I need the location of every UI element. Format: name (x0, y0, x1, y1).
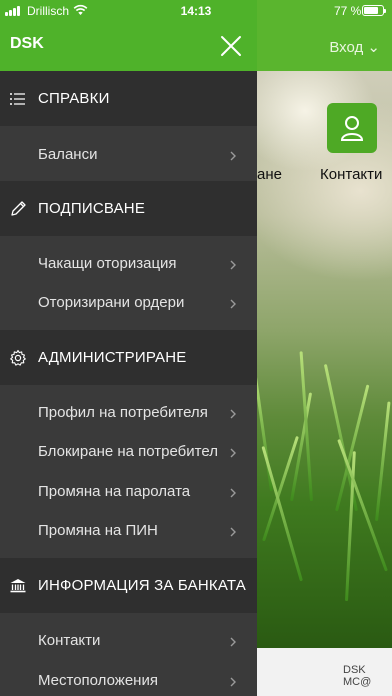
chevron-right-icon (230, 488, 236, 498)
chevron-right-icon (230, 299, 236, 309)
pencil-icon (11, 201, 26, 216)
section-label: ПОДПИСВАНЕ (38, 200, 146, 217)
chevron-right-icon (230, 409, 236, 419)
contacts-tile-button[interactable] (327, 103, 377, 153)
menu-item-locations[interactable]: Местоположения (0, 662, 257, 696)
footer-text: DSK MC@ (343, 664, 372, 688)
section-signing[interactable]: ПОДПИСВАНЕ (0, 181, 257, 236)
status-bar: Drillisch 14:13 77 % (0, 0, 392, 22)
menu-item-label: Баланси (38, 146, 98, 163)
user-icon (340, 116, 364, 141)
section-label: ИНФОРМАЦИЯ ЗА БАНКАТА (38, 577, 246, 594)
menu-item-change-password[interactable]: Промяна на паролата (0, 473, 257, 513)
bank-icon (10, 579, 26, 593)
chevron-right-icon (230, 637, 236, 647)
menu-item-change-pin[interactable]: Промяна на ПИН (0, 512, 257, 552)
section-label: СПРАВКИ (38, 90, 110, 107)
chevron-right-icon (230, 527, 236, 537)
close-icon[interactable] (219, 34, 243, 58)
navigation-drawer: DSK СПРАВКИ Баланси ПОДПИСВАНЕ Чакащи от… (0, 0, 257, 696)
menu-item-label: Оторизирани ордери (38, 294, 185, 311)
menu-item-pending-authorization[interactable]: Чакащи оторизация (0, 245, 257, 285)
menu-item-label: Контакти (38, 632, 101, 649)
chevron-right-icon (230, 448, 236, 458)
menu-item-authorized-orders[interactable]: Оторизирани ордери (0, 284, 257, 324)
chevron-right-icon (230, 151, 236, 161)
section-inquiries[interactable]: СПРАВКИ (0, 71, 257, 126)
menu-item-label: Местоположения (38, 672, 158, 689)
chevron-right-icon (230, 260, 236, 270)
menu-item-label: Профил на потребителя (38, 404, 208, 421)
drawer-title: DSK (10, 35, 44, 52)
menu-item-label: Чакащи оторизация (38, 255, 177, 272)
list-icon (10, 93, 25, 105)
tile-label-partial: ане (257, 166, 282, 183)
menu-item-contacts[interactable]: Контакти (0, 622, 257, 662)
contacts-tile-label: Контакти (320, 166, 383, 183)
gear-icon (10, 349, 26, 366)
menu-item-balances[interactable]: Баланси (0, 136, 257, 176)
section-label: АДМИНИСТРИРАНЕ (38, 349, 187, 366)
menu-item-user-profile[interactable]: Профил на потребителя (0, 394, 257, 434)
menu-item-label: Блокиране на потребител (38, 443, 218, 460)
battery-icon (362, 5, 386, 16)
menu-item-block-user[interactable]: Блокиране на потребител (0, 433, 257, 473)
menu-item-label: Промяна на ПИН (38, 522, 158, 539)
chevron-right-icon (230, 677, 236, 687)
section-administration[interactable]: АДМИНИСТРИРАНЕ (0, 330, 257, 385)
battery-percent: 77 % (334, 4, 362, 18)
login-button[interactable]: Вход ⌄ (329, 38, 380, 56)
section-bank-info[interactable]: ИНФОРМАЦИЯ ЗА БАНКАТА (0, 558, 257, 613)
menu-item-label: Промяна на паролата (38, 483, 191, 500)
